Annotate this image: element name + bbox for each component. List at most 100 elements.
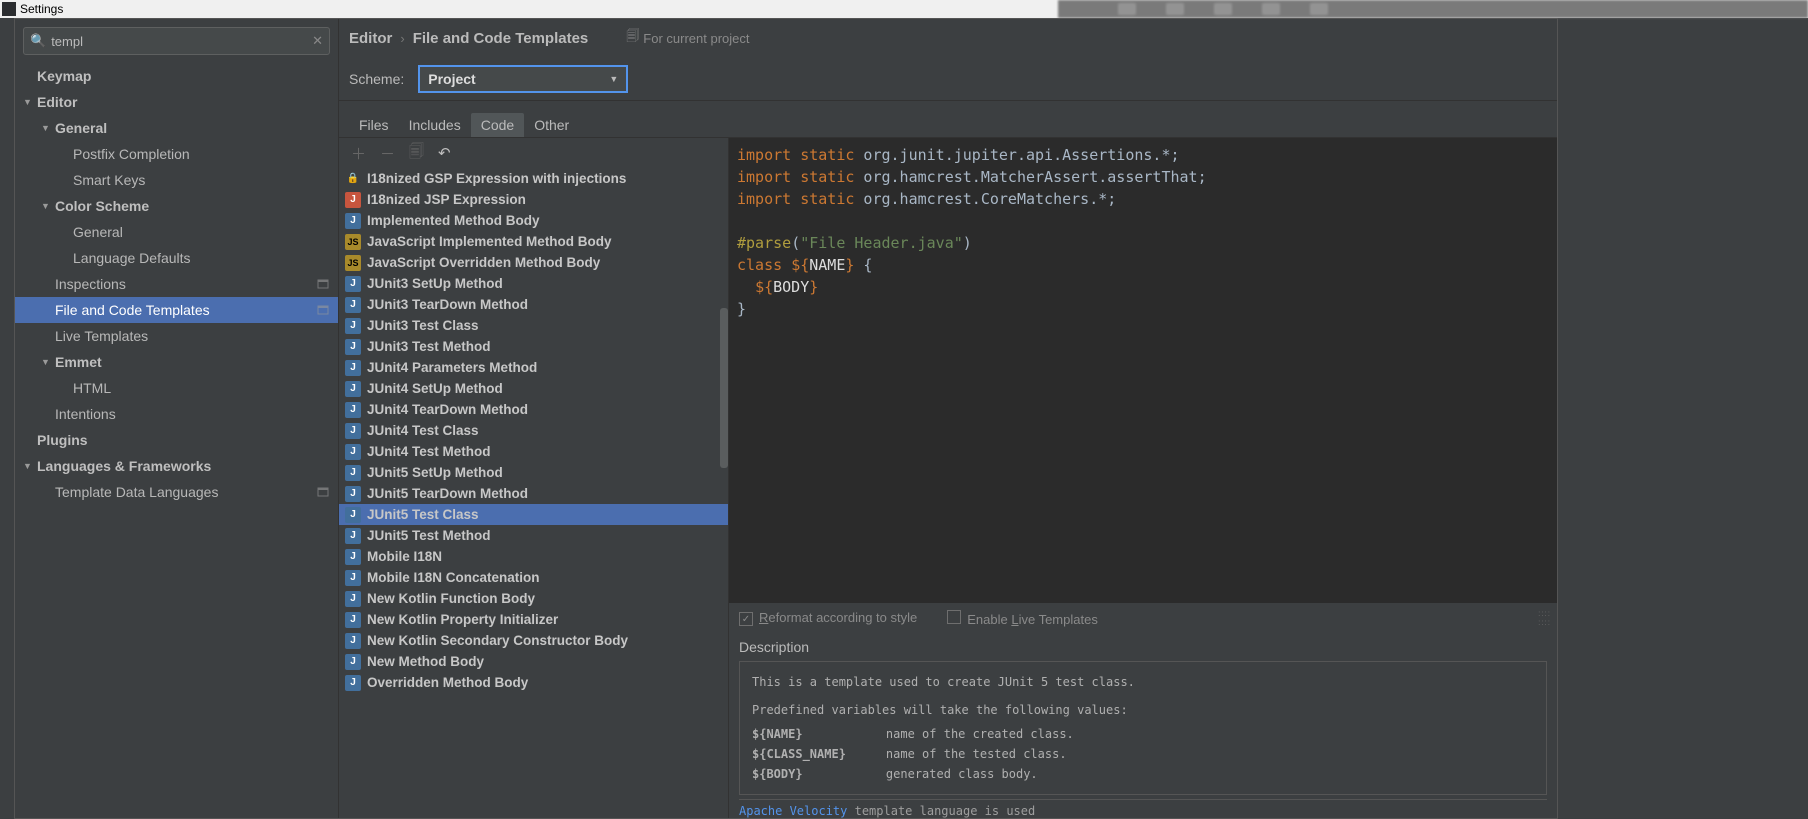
template-label: JUnit5 Test Class bbox=[367, 507, 479, 522]
tree-item[interactable]: Inspections bbox=[15, 271, 338, 297]
template-toolbar: ＋ － 🗐 ↶ bbox=[339, 138, 728, 168]
template-row[interactable]: JJUnit5 Test Method bbox=[339, 525, 728, 546]
template-label: JUnit3 SetUp Method bbox=[367, 276, 503, 291]
template-row[interactable]: 🔒I18nized GSP Expression with injections bbox=[339, 168, 728, 189]
scope-text: For current project bbox=[643, 31, 749, 46]
template-label: Implemented Method Body bbox=[367, 213, 540, 228]
template-label: I18nized JSP Expression bbox=[367, 192, 526, 207]
template-list[interactable]: 🔒I18nized GSP Expression with injections… bbox=[339, 168, 728, 818]
scheme-dropdown[interactable]: Project ▼ bbox=[418, 65, 628, 93]
template-row[interactable]: J JUnit3 Test Method bbox=[339, 336, 728, 357]
java-file-icon: J bbox=[345, 444, 361, 460]
settings-content: Editor › File and Code Templates 🗐 For c… bbox=[339, 19, 1557, 818]
template-label: New Kotlin Secondary Constructor Body bbox=[367, 633, 628, 648]
java-file-icon: J bbox=[345, 675, 361, 691]
settings-dialog: 🔍 ✕ Keymap▼Editor▼GeneralPostfix Complet… bbox=[14, 18, 1558, 819]
template-row[interactable]: JJUnit3 Test Class bbox=[339, 315, 728, 336]
template-row[interactable]: JMobile I18N bbox=[339, 546, 728, 567]
template-label: Overridden Method Body bbox=[367, 675, 528, 690]
description-label: Description bbox=[729, 633, 1557, 661]
tree-item[interactable]: Plugins bbox=[15, 427, 338, 453]
tree-item-label: Smart Keys bbox=[73, 172, 145, 188]
variable-value: name of the tested class. bbox=[886, 744, 1074, 764]
tree-item[interactable]: ▼Languages & Frameworks bbox=[15, 453, 338, 479]
template-row[interactable]: J New Kotlin Secondary Constructor Body bbox=[339, 630, 728, 651]
java-file-icon: J bbox=[345, 507, 361, 523]
template-row[interactable]: JNew Kotlin Function Body bbox=[339, 588, 728, 609]
search-field-wrap[interactable]: 🔍 ✕ bbox=[23, 27, 330, 55]
search-icon: 🔍 bbox=[30, 33, 46, 49]
java-file-icon: J bbox=[345, 633, 361, 649]
template-row[interactable]: JSJavaScript Implemented Method Body bbox=[339, 231, 728, 252]
tree-item[interactable]: ▼Editor bbox=[15, 89, 338, 115]
disclosure-arrow-icon: ▼ bbox=[23, 461, 35, 471]
search-input[interactable] bbox=[51, 34, 307, 49]
template-label: JUnit5 Test Method bbox=[367, 528, 491, 543]
tree-item[interactable]: File and Code Templates bbox=[15, 297, 338, 323]
tree-item-label: Live Templates bbox=[55, 328, 148, 344]
tab-files[interactable]: Files bbox=[349, 113, 399, 137]
resize-grip-icon[interactable]: :::::::: bbox=[1538, 609, 1551, 627]
template-row[interactable]: JSJavaScript Overridden Method Body bbox=[339, 252, 728, 273]
tree-item[interactable]: Live Templates bbox=[15, 323, 338, 349]
tree-item[interactable]: ▼General bbox=[15, 115, 338, 141]
template-label: JUnit4 SetUp Method bbox=[367, 381, 503, 396]
add-button[interactable]: ＋ bbox=[351, 143, 366, 164]
template-row[interactable]: JJUnit4 Test Method bbox=[339, 441, 728, 462]
tree-item[interactable]: Smart Keys bbox=[15, 167, 338, 193]
tree-item[interactable]: Language Defaults bbox=[15, 245, 338, 271]
tree-item[interactable]: General bbox=[15, 219, 338, 245]
template-code-editor[interactable]: import static org.junit.jupiter.api.Asse… bbox=[729, 138, 1557, 603]
template-row[interactable]: JNew Kotlin Property Initializer bbox=[339, 609, 728, 630]
java-file-icon: J bbox=[345, 465, 361, 481]
template-row[interactable]: J Overridden Method Body bbox=[339, 672, 728, 693]
template-row[interactable]: JJUnit4 TearDown Method bbox=[339, 399, 728, 420]
live-templates-checkbox[interactable]: Enable Live Templates bbox=[947, 610, 1098, 627]
revert-button[interactable]: ↶ bbox=[438, 144, 451, 162]
clear-search-icon[interactable]: ✕ bbox=[312, 33, 323, 49]
project-scope-icon bbox=[316, 485, 330, 499]
tree-item[interactable]: ▼Color Scheme bbox=[15, 193, 338, 219]
variable-row: ${CLASS_NAME}name of the tested class. bbox=[752, 744, 1074, 764]
template-label: JUnit5 SetUp Method bbox=[367, 465, 503, 480]
app-logo-icon bbox=[2, 2, 16, 16]
template-row[interactable]: JImplemented Method Body bbox=[339, 210, 728, 231]
java-file-icon: J bbox=[345, 612, 361, 628]
template-row[interactable]: J JUnit5 Test Class bbox=[339, 504, 728, 525]
settings-tree[interactable]: Keymap▼Editor▼GeneralPostfix CompletionS… bbox=[15, 63, 338, 818]
template-row[interactable]: JJUnit5 TearDown Method bbox=[339, 483, 728, 504]
copy-button[interactable]: 🗐 bbox=[409, 141, 424, 166]
tree-item[interactable]: Keymap bbox=[15, 63, 338, 89]
template-label: I18nized GSP Expression with injections bbox=[367, 171, 626, 186]
remove-button[interactable]: － bbox=[380, 143, 395, 164]
template-row[interactable]: JJUnit4 Test Class bbox=[339, 420, 728, 441]
tree-item[interactable]: Intentions bbox=[15, 401, 338, 427]
tree-item[interactable]: Postfix Completion bbox=[15, 141, 338, 167]
tab-code[interactable]: Code bbox=[471, 113, 524, 137]
java-file-icon: J bbox=[345, 339, 361, 355]
project-scope-icon bbox=[316, 303, 330, 317]
variable-row: ${BODY}generated class body. bbox=[752, 764, 1074, 784]
template-row[interactable]: JMobile I18N Concatenation bbox=[339, 567, 728, 588]
template-row[interactable]: JJUnit4 Parameters Method bbox=[339, 357, 728, 378]
java-file-icon: J bbox=[345, 381, 361, 397]
variable-table: ${NAME}name of the created class.${CLASS… bbox=[752, 724, 1074, 784]
scrollbar-thumb[interactable] bbox=[720, 308, 728, 468]
tree-item[interactable]: Template Data Languages bbox=[15, 479, 338, 505]
tree-item-label: HTML bbox=[73, 380, 111, 396]
template-label: JUnit3 Test Method bbox=[367, 339, 491, 354]
template-row[interactable]: JI18nized JSP Expression bbox=[339, 189, 728, 210]
java-file-icon: J bbox=[345, 276, 361, 292]
js-file-icon: JS bbox=[345, 255, 361, 271]
template-row[interactable]: J JUnit3 SetUp Method bbox=[339, 273, 728, 294]
tab-includes[interactable]: Includes bbox=[399, 113, 471, 137]
template-row[interactable]: JNew Method Body bbox=[339, 651, 728, 672]
template-row[interactable]: JJUnit3 TearDown Method bbox=[339, 294, 728, 315]
reformat-checkbox[interactable]: ✓Reformat according to style bbox=[739, 610, 917, 627]
tab-other[interactable]: Other bbox=[524, 113, 579, 137]
tree-item[interactable]: HTML bbox=[15, 375, 338, 401]
apache-velocity-link[interactable]: Apache Velocity bbox=[739, 804, 847, 818]
tree-item[interactable]: ▼Emmet bbox=[15, 349, 338, 375]
template-row[interactable]: J JUnit5 SetUp Method bbox=[339, 462, 728, 483]
template-row[interactable]: J JUnit4 SetUp Method bbox=[339, 378, 728, 399]
